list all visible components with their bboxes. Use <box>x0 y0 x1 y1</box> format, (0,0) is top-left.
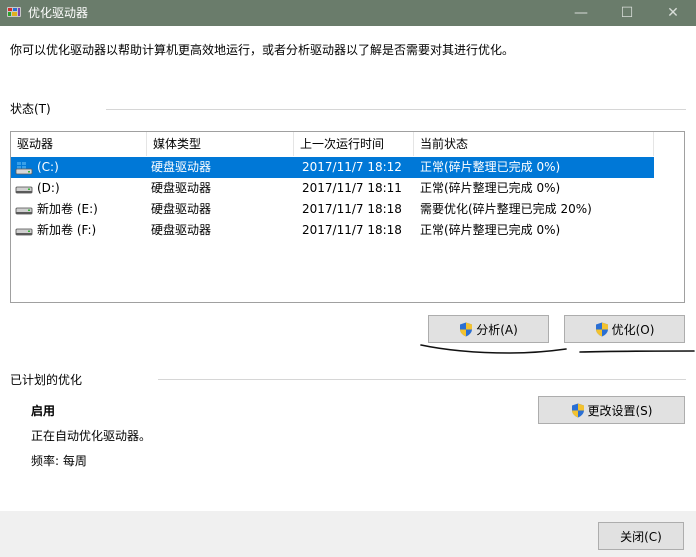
media-type-cell: 硬盘驱动器 <box>151 181 212 195</box>
title-bar: 优化驱动器 — ☐ ✕ <box>0 0 696 26</box>
close-window-button[interactable]: ✕ <box>650 0 696 26</box>
drive-name: (D:) <box>37 181 60 195</box>
uac-shield-icon <box>460 322 473 336</box>
status-divider <box>106 109 686 110</box>
change-settings-label: 更改设置(S) <box>587 403 653 418</box>
drive-cell: (C:) <box>11 157 147 178</box>
drive-name: 新加卷 (F:) <box>37 223 97 237</box>
drive-row-d[interactable]: (D:) 硬盘驱动器 2017/11/7 18:11 正常(碎片整理已完成 0%… <box>11 178 654 199</box>
footer-bar <box>0 511 696 557</box>
optimize-label: 优化(O) <box>611 322 655 337</box>
drive-name: (C:) <box>37 160 59 174</box>
uac-shield-icon <box>595 322 608 336</box>
hard-drive-icon <box>15 228 33 235</box>
column-header-current-status[interactable]: 当前状态 <box>414 132 654 156</box>
close-button[interactable]: 关闭(C) <box>598 522 684 550</box>
column-header-last-run[interactable]: 上一次运行时间 <box>294 132 414 156</box>
column-header-media-type[interactable]: 媒体类型 <box>147 132 294 156</box>
status-section-label: 状态(T) <box>10 102 51 116</box>
drive-row-c[interactable]: (C:) 硬盘驱动器 2017/11/7 18:12 正常(碎片整理已完成 0%… <box>11 157 654 178</box>
last-run-cell: 2017/11/7 18:18 <box>302 223 402 237</box>
scheduled-divider <box>158 379 686 380</box>
drive-row-f[interactable]: 新加卷 (F:) 硬盘驱动器 2017/11/7 18:18 正常(碎片整理已完… <box>11 220 654 241</box>
status-cell: 正常(碎片整理已完成 0%) <box>420 181 561 195</box>
window-title: 优化驱动器 <box>28 6 89 20</box>
status-cell: 正常(碎片整理已完成 0%) <box>420 223 561 237</box>
media-type-cell: 硬盘驱动器 <box>151 202 212 216</box>
change-settings-button[interactable]: 更改设置(S) <box>538 396 685 424</box>
schedule-state: 启用 <box>31 404 56 418</box>
status-cell: 正常(碎片整理已完成 0%) <box>420 160 561 174</box>
scheduled-section-label: 已计划的优化 <box>10 373 83 387</box>
drive-list[interactable]: 驱动器 媒体类型 上一次运行时间 当前状态 (C:) 硬盘驱动器 2017/11… <box>10 131 685 303</box>
optimize-button[interactable]: 优化(O) <box>564 315 685 343</box>
drive-cell: 新加卷 (E:) <box>11 199 147 220</box>
defrag-app-icon <box>7 7 21 17</box>
schedule-description: 正在自动优化驱动器。 <box>31 429 152 443</box>
analyze-button[interactable]: 分析(A) <box>428 315 549 343</box>
status-cell: 需要优化(碎片整理已完成 20%) <box>420 202 592 216</box>
analyze-label: 分析(A) <box>476 322 518 337</box>
hard-drive-icon <box>15 207 33 214</box>
minimize-button[interactable]: — <box>558 0 604 26</box>
close-label: 关闭(C) <box>620 529 662 544</box>
last-run-cell: 2017/11/7 18:11 <box>302 181 402 195</box>
drive-name: 新加卷 (E:) <box>37 202 98 216</box>
drive-row-e[interactable]: 新加卷 (E:) 硬盘驱动器 2017/11/7 18:18 需要优化(碎片整理… <box>11 199 654 220</box>
windows-drive-icon <box>15 161 33 174</box>
drive-cell: 新加卷 (F:) <box>11 220 147 241</box>
uac-shield-icon <box>571 403 584 417</box>
media-type-cell: 硬盘驱动器 <box>151 223 212 237</box>
last-run-cell: 2017/11/7 18:18 <box>302 202 402 216</box>
schedule-frequency: 频率: 每周 <box>31 454 87 468</box>
description-text: 你可以优化驱动器以帮助计算机更高效地运行，或者分析驱动器以了解是否需要对其进行优… <box>10 43 515 57</box>
maximize-button[interactable]: ☐ <box>604 0 650 26</box>
drive-cell: (D:) <box>11 178 147 199</box>
last-run-cell: 2017/11/7 18:12 <box>302 160 402 174</box>
drive-list-header: 驱动器 媒体类型 上一次运行时间 当前状态 <box>11 132 654 156</box>
hard-drive-icon <box>15 186 33 193</box>
media-type-cell: 硬盘驱动器 <box>151 160 212 174</box>
column-header-drive[interactable]: 驱动器 <box>11 132 147 156</box>
